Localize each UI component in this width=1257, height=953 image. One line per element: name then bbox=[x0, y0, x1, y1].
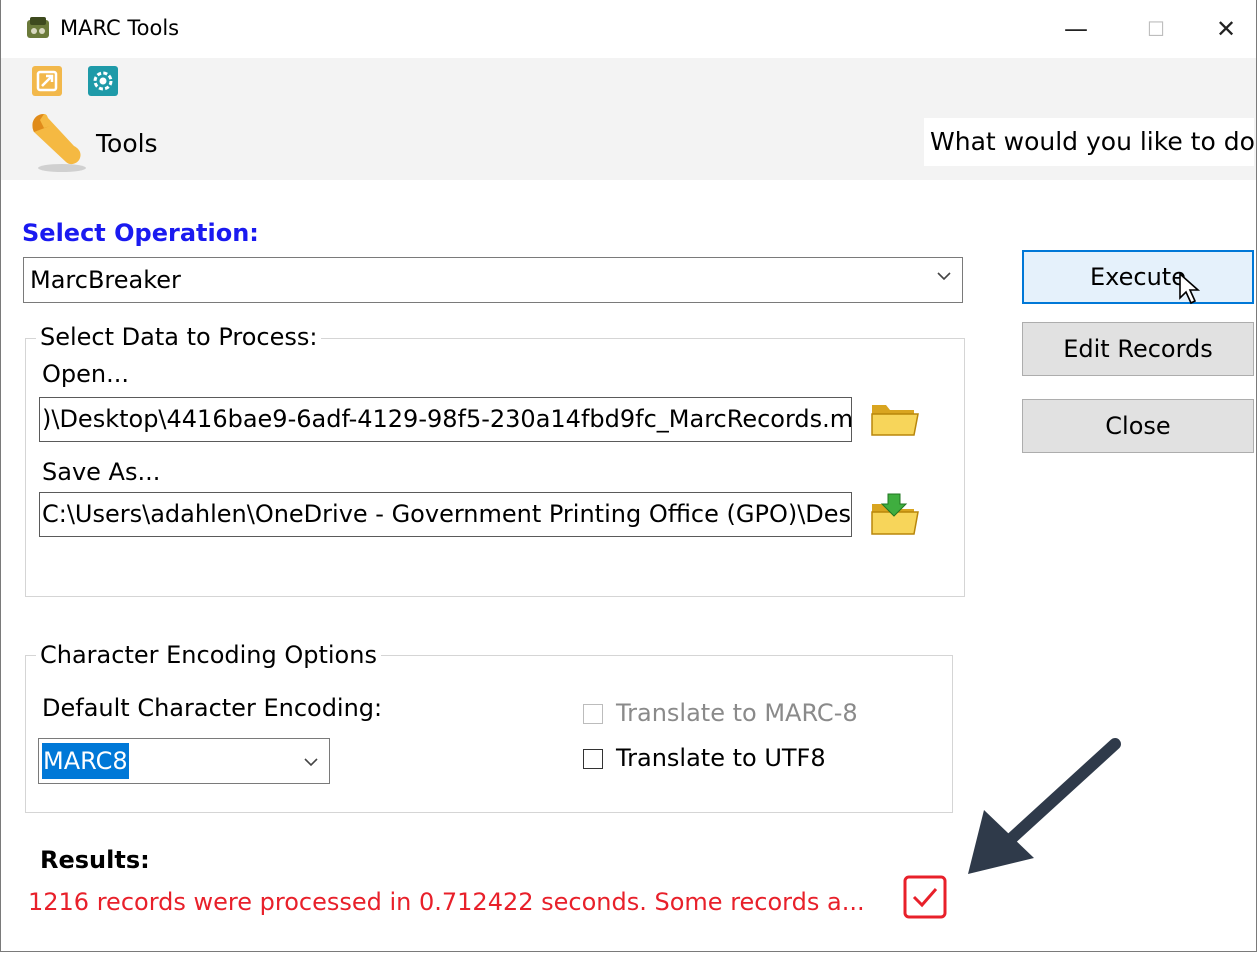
annotation-arrow bbox=[968, 738, 1121, 874]
close-window-button[interactable]: ✕ bbox=[1195, 0, 1257, 58]
save-folder-icon[interactable] bbox=[868, 490, 922, 538]
tools-label: Tools bbox=[96, 129, 158, 158]
select-data-group bbox=[25, 338, 965, 597]
execute-button[interactable]: Execute bbox=[1022, 250, 1254, 304]
open-file-input[interactable]: )\Desktop\4416bae9-6adf-4129-98f5-230a14… bbox=[39, 397, 852, 442]
translate-utf8-label: Translate to UTF8 bbox=[616, 744, 826, 772]
maximize-button[interactable]: ☐ bbox=[1116, 0, 1196, 58]
settings-gear-icon[interactable] bbox=[88, 66, 118, 96]
results-label: Results: bbox=[40, 846, 150, 874]
translate-marc8-label: Translate to MARC-8 bbox=[616, 699, 858, 727]
operation-select[interactable]: MarcBreaker bbox=[23, 257, 963, 303]
save-as-label: Save As... bbox=[42, 458, 161, 486]
translate-marc8-checkbox[interactable] bbox=[583, 704, 603, 724]
edit-records-button[interactable]: Edit Records bbox=[1022, 322, 1254, 376]
character-encoding-group bbox=[25, 655, 953, 813]
chevron-down-icon bbox=[937, 272, 951, 281]
results-message: 1216 records were processed in 0.712422 … bbox=[28, 888, 865, 916]
operation-select-value: MarcBreaker bbox=[30, 266, 181, 294]
export-icon[interactable] bbox=[32, 66, 62, 96]
character-encoding-legend: Character Encoding Options bbox=[36, 641, 381, 669]
default-encoding-value: MARC8 bbox=[42, 743, 129, 779]
save-as-input[interactable]: C:\Users\adahlen\OneDrive - Government P… bbox=[39, 492, 852, 537]
mouse-cursor-icon bbox=[1179, 272, 1201, 305]
translate-utf8-checkbox[interactable] bbox=[583, 749, 603, 769]
select-data-legend: Select Data to Process: bbox=[36, 323, 322, 351]
open-label: Open... bbox=[42, 360, 129, 388]
marc-tools-app-icon bbox=[27, 17, 49, 38]
default-encoding-select[interactable]: MARC8 bbox=[38, 738, 330, 784]
check-icon[interactable] bbox=[903, 875, 947, 919]
close-button[interactable]: Close bbox=[1022, 399, 1254, 453]
chevron-down-icon bbox=[304, 758, 318, 767]
search-box[interactable]: What would you like to do bbox=[924, 118, 1254, 166]
default-encoding-label: Default Character Encoding: bbox=[42, 694, 383, 722]
select-operation-label: Select Operation: bbox=[22, 219, 259, 247]
window-title: MARC Tools bbox=[60, 16, 180, 40]
minimize-button[interactable]: — bbox=[1036, 0, 1116, 58]
folder-open-icon[interactable] bbox=[868, 397, 922, 441]
wrench-icon bbox=[32, 114, 86, 172]
